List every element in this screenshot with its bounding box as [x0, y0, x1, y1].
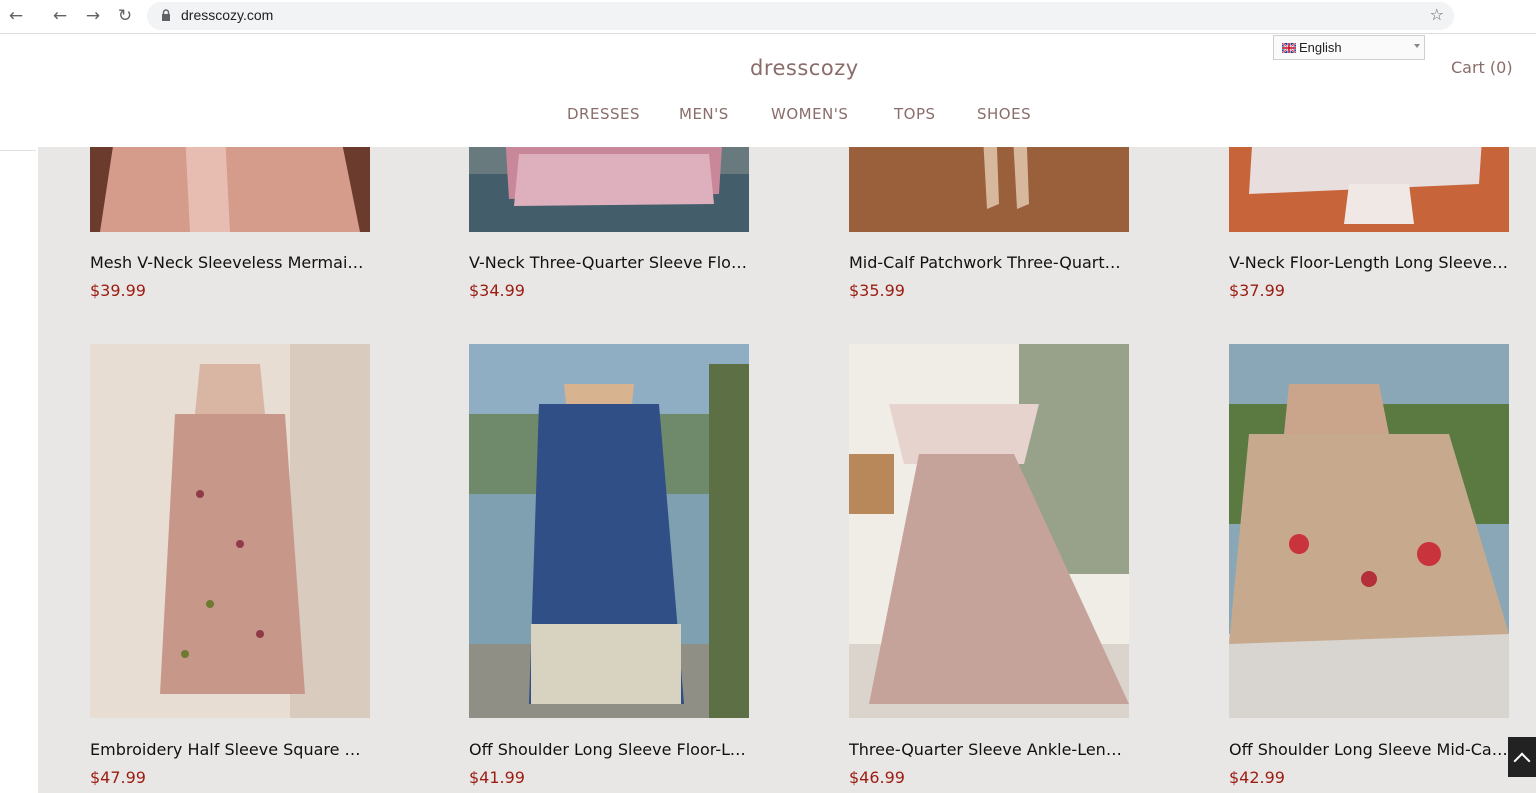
menu-item-mens[interactable]: MEN'S — [679, 105, 729, 123]
menu-item-womens[interactable]: WOMEN'S — [771, 105, 848, 123]
divider — [0, 150, 36, 151]
star-icon[interactable]: ☆ — [1430, 5, 1444, 24]
back-to-top-button[interactable] — [1508, 737, 1536, 777]
back-button[interactable]: ← — [48, 5, 72, 27]
browser-toolbar: ← ← → ↻ dresscozy.com ☆ — [0, 0, 1536, 34]
product-price: $46.99 — [849, 768, 905, 787]
reload-button[interactable]: ↻ — [113, 5, 137, 27]
product-image[interactable] — [849, 344, 1129, 718]
product-price: $35.99 — [849, 281, 905, 300]
uk-flag-icon — [1282, 43, 1296, 53]
product-title[interactable]: Mesh V-Neck Sleeveless Mermaid Dress — [90, 253, 370, 272]
product-title[interactable]: V-Neck Three-Quarter Sleeve Floral Dress — [469, 253, 749, 272]
address-bar[interactable]: dresscozy.com ☆ — [147, 2, 1454, 30]
cart-link[interactable]: Cart (0) — [1451, 58, 1513, 77]
arrow-left-icon[interactable]: ← — [4, 5, 28, 27]
product-title[interactable]: Mid-Calf Patchwork Three-Quarter Sleeve … — [849, 253, 1129, 272]
product-title[interactable]: Off Shoulder Long Sleeve Floor-Length Dr… — [469, 740, 749, 759]
language-label: English — [1299, 40, 1342, 55]
site-logo[interactable]: dresscozy — [750, 56, 859, 80]
product-image[interactable] — [1229, 344, 1509, 718]
product-price: $34.99 — [469, 281, 525, 300]
menu-item-dresses[interactable]: DRESSES — [567, 105, 640, 123]
chevron-down-icon — [1414, 44, 1420, 48]
product-title[interactable]: Off Shoulder Long Sleeve Mid-Calf Dress — [1229, 740, 1509, 759]
product-price: $47.99 — [90, 768, 146, 787]
product-title[interactable]: V-Neck Floor-Length Long Sleeve Dress — [1229, 253, 1509, 272]
menu-item-tops[interactable]: TOPS — [894, 105, 936, 123]
product-title[interactable]: Embroidery Half Sleeve Square Neck Dress — [90, 740, 370, 759]
url-text[interactable]: dresscozy.com — [181, 7, 273, 23]
product-image[interactable] — [90, 344, 370, 718]
product-price: $37.99 — [1229, 281, 1285, 300]
language-select[interactable]: English — [1273, 35, 1425, 60]
product-price: $42.99 — [1229, 768, 1285, 787]
site-header: dresscozy DRESSES MEN'S WOMEN'S TOPS SHO… — [38, 34, 1536, 147]
menu-item-shoes[interactable]: SHOES — [977, 105, 1031, 123]
product-price: $39.99 — [90, 281, 146, 300]
chevron-up-icon — [1513, 752, 1531, 770]
left-side-panel — [0, 34, 38, 793]
product-grid: Mesh V-Neck Sleeveless Mermaid Dress $39… — [38, 34, 1536, 793]
product-title[interactable]: Three-Quarter Sleeve Ankle-Length Dress — [849, 740, 1129, 759]
product-price: $41.99 — [469, 768, 525, 787]
lock-icon — [162, 9, 170, 21]
product-image[interactable] — [469, 344, 749, 718]
forward-button[interactable]: → — [81, 5, 105, 27]
